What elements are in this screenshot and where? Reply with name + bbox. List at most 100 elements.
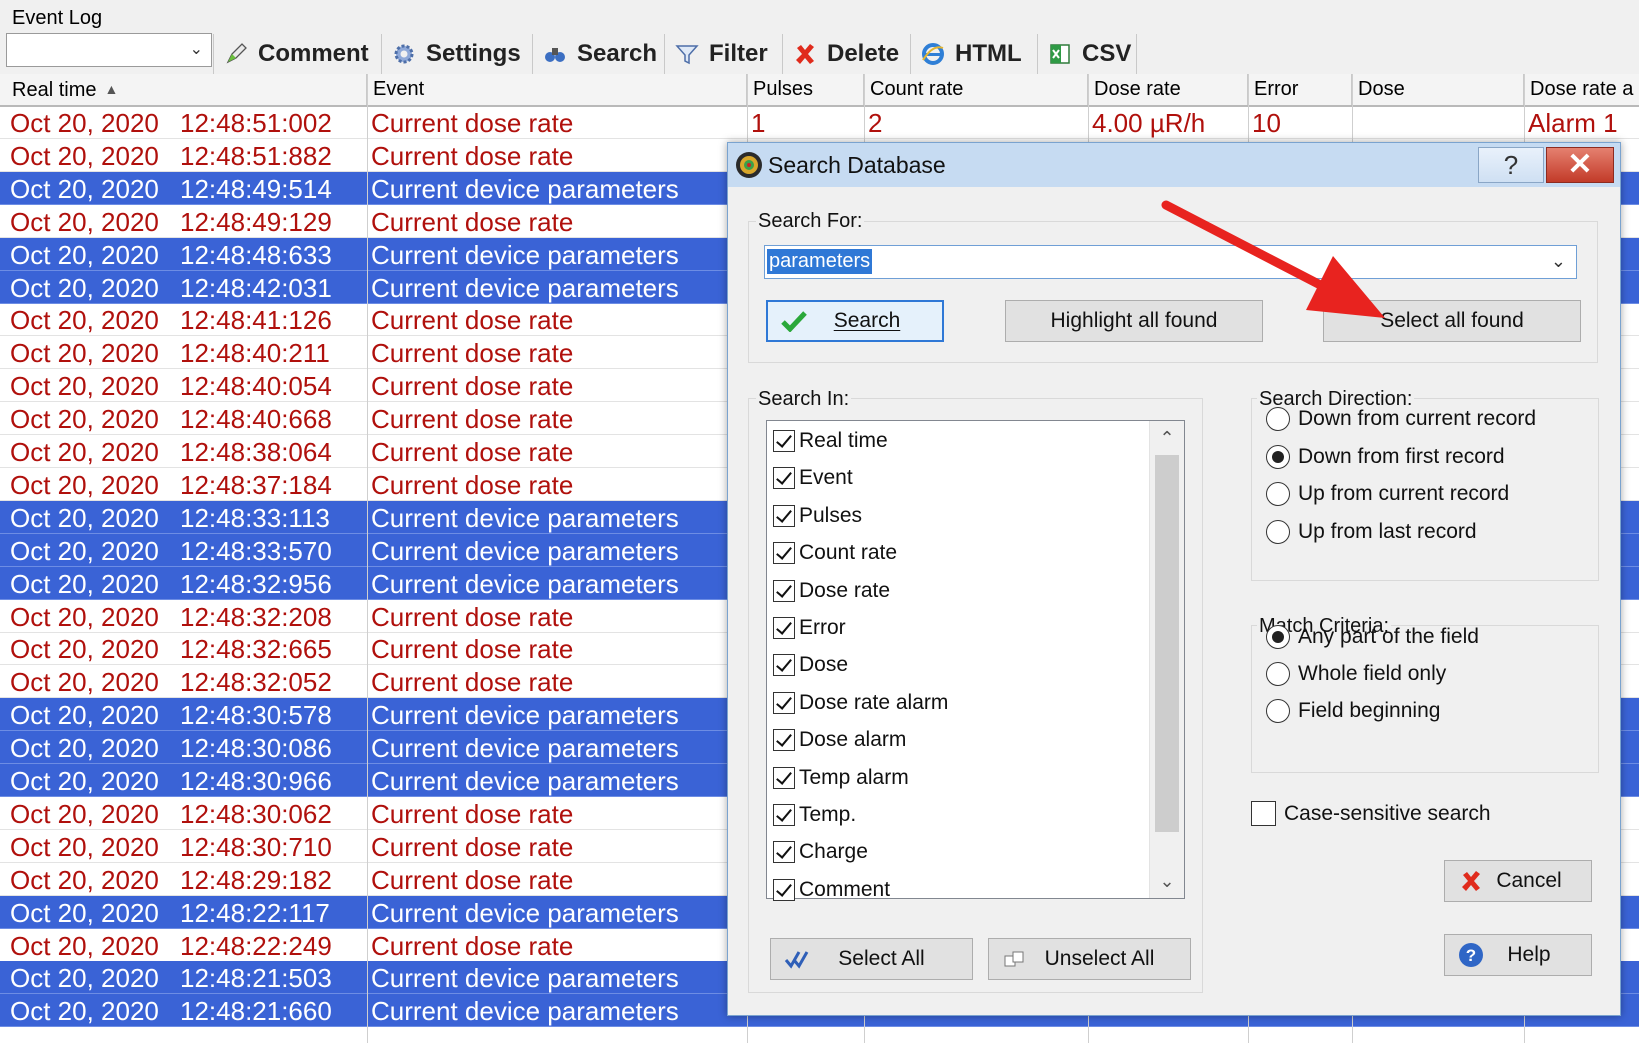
direction-option[interactable]: Down from current record <box>1266 407 1536 431</box>
time-cell: 12:48:30:966 <box>180 766 332 796</box>
radio-button[interactable] <box>1266 625 1290 649</box>
scroll-down-icon[interactable]: ⌄ <box>1150 864 1184 898</box>
title-help-button[interactable]: ? <box>1478 147 1544 183</box>
field-checkbox[interactable] <box>773 878 795 901</box>
column-header-dose-rate[interactable]: Dose rate <box>1088 74 1248 105</box>
field-checkbox[interactable] <box>773 579 795 602</box>
csv-export-button-label: CSV <box>1082 40 1132 67</box>
html-export-button[interactable]: HTML <box>910 34 1037 74</box>
unselect-all-button[interactable]: Unselect All <box>988 938 1191 980</box>
chevron-down-icon[interactable]: ⌄ <box>1551 251 1566 272</box>
search-button-label: Search <box>577 40 658 67</box>
comment-button[interactable]: Comment <box>213 34 381 74</box>
search-field-item[interactable]: Temp. <box>773 797 856 833</box>
case-sensitive-box[interactable] <box>1251 801 1276 826</box>
dialog-title-bar[interactable]: Search Database ? ✕ <box>728 143 1620 187</box>
match-option-label: Whole field only <box>1298 662 1447 685</box>
search-field-item[interactable]: Charge <box>773 834 868 870</box>
title-close-button[interactable]: ✕ <box>1546 147 1614 183</box>
cancel-button[interactable]: Cancel <box>1444 860 1592 902</box>
toolbar-combo[interactable]: ⌄ <box>6 33 212 67</box>
event-cell: Current dose rate <box>371 108 574 138</box>
dialog-search-button[interactable]: Search <box>766 300 944 342</box>
field-checkbox[interactable] <box>773 430 795 452</box>
field-checkbox[interactable] <box>773 467 795 490</box>
field-checkbox[interactable] <box>773 766 795 789</box>
column-header-dose[interactable]: Dose <box>1352 74 1524 105</box>
time-cell: 12:48:32:052 <box>180 667 332 698</box>
search-field-item[interactable]: Event <box>773 460 853 496</box>
search-fields-list[interactable]: Real time Event Pulses Count rate Dose rate E… <box>766 420 1185 901</box>
event-cell: Current device parameters <box>371 239 679 270</box>
direction-option[interactable]: Up from last record <box>1266 519 1477 544</box>
radio-button[interactable] <box>1266 482 1290 506</box>
direction-option[interactable]: Down from first record <box>1266 444 1505 469</box>
date-cell: Oct 20, 2020 <box>10 173 159 204</box>
column-header-error[interactable]: Error <box>1248 74 1352 105</box>
red-x-icon <box>793 42 817 66</box>
direction-option[interactable]: Up from current record <box>1266 482 1509 506</box>
filter-button[interactable]: Filter <box>664 34 782 74</box>
time-cell: 12:48:49:129 <box>180 206 332 237</box>
field-checkbox[interactable] <box>773 804 795 826</box>
time-cell: 12:48:30:710 <box>180 831 332 862</box>
search-input[interactable]: parameters ⌄ <box>764 245 1577 279</box>
radio-button[interactable] <box>1266 407 1290 431</box>
fields-scrollbar[interactable]: ⌃ ⌄ <box>1149 421 1184 898</box>
search-field-item[interactable]: Pulses <box>773 498 862 534</box>
cancel-label: Cancel <box>1496 869 1562 892</box>
time-cell: 12:48:32:208 <box>180 601 332 632</box>
column-header-real-time[interactable]: Real time ▲ <box>6 74 367 105</box>
case-sensitive-checkbox[interactable]: Case-sensitive search <box>1251 801 1491 826</box>
highlight-all-found-button[interactable]: Highlight all found <box>1005 300 1263 342</box>
field-checkbox[interactable] <box>773 504 795 527</box>
search-button[interactable]: Search <box>532 34 664 74</box>
radio-button[interactable] <box>1266 699 1290 723</box>
field-checkbox[interactable] <box>773 729 795 752</box>
field-checkbox[interactable] <box>773 542 795 565</box>
column-header-pulses[interactable]: Pulses <box>747 74 864 105</box>
search-field-item[interactable]: Comment <box>773 872 890 908</box>
match-option[interactable]: Any part of the field <box>1266 625 1479 649</box>
help-button[interactable]: ? Help <box>1444 934 1592 976</box>
field-label: Count rate <box>799 541 898 565</box>
time-cell: 12:48:37:184 <box>180 469 332 500</box>
radio-button[interactable] <box>1266 519 1290 544</box>
table-row[interactable]: Oct 20, 2020 12:48:51:002 Current dose rat… <box>0 106 1639 139</box>
field-checkbox[interactable] <box>773 654 795 677</box>
field-checkbox[interactable] <box>773 691 795 714</box>
search-field-item[interactable]: Dose rate <box>773 573 890 609</box>
settings-button[interactable]: Settings <box>381 34 532 74</box>
csv-export-button[interactable]: CSV <box>1037 34 1137 74</box>
time-cell: 12:48:30:086 <box>180 733 332 764</box>
field-label: Pulses <box>799 503 863 527</box>
column-header-count-rate[interactable]: Count rate <box>864 74 1088 105</box>
match-option[interactable]: Field beginning <box>1266 699 1440 723</box>
search-field-item[interactable]: Dose rate alarm <box>773 685 948 721</box>
select-all-label: Select All <box>838 947 925 970</box>
search-field-item[interactable]: Error <box>773 610 846 646</box>
column-header-dose-rate-alarm[interactable]: Dose rate a <box>1524 74 1639 105</box>
search-field-item[interactable]: Count rate <box>773 535 897 571</box>
radio-button[interactable] <box>1266 662 1290 686</box>
search-field-item[interactable]: Dose alarm <box>773 722 906 758</box>
search-field-item[interactable]: Real time <box>773 423 888 459</box>
scroll-up-icon[interactable]: ⌃ <box>1150 421 1184 455</box>
radio-button[interactable] <box>1266 444 1290 469</box>
delete-button[interactable]: Delete <box>782 34 910 74</box>
search-field-item[interactable]: Temp alarm <box>773 760 909 796</box>
field-checkbox[interactable] <box>773 841 795 864</box>
field-label: Charge <box>799 840 868 864</box>
select-all-found-button[interactable]: Select all found <box>1323 300 1581 342</box>
scroll-thumb[interactable] <box>1155 455 1179 832</box>
sort-ascending-icon: ▲ <box>104 81 119 97</box>
event-cell: Current dose rate <box>371 437 574 467</box>
match-option[interactable]: Whole field only <box>1266 662 1446 686</box>
column-header-event[interactable]: Event <box>367 74 747 105</box>
select-all-button[interactable]: Select All <box>770 938 973 980</box>
event-cell: Current dose rate <box>371 831 574 862</box>
date-cell: Oct 20, 2020 <box>10 502 159 533</box>
date-cell: Oct 20, 2020 <box>10 140 159 171</box>
field-checkbox[interactable] <box>773 617 795 639</box>
search-field-item[interactable]: Dose <box>773 647 848 683</box>
